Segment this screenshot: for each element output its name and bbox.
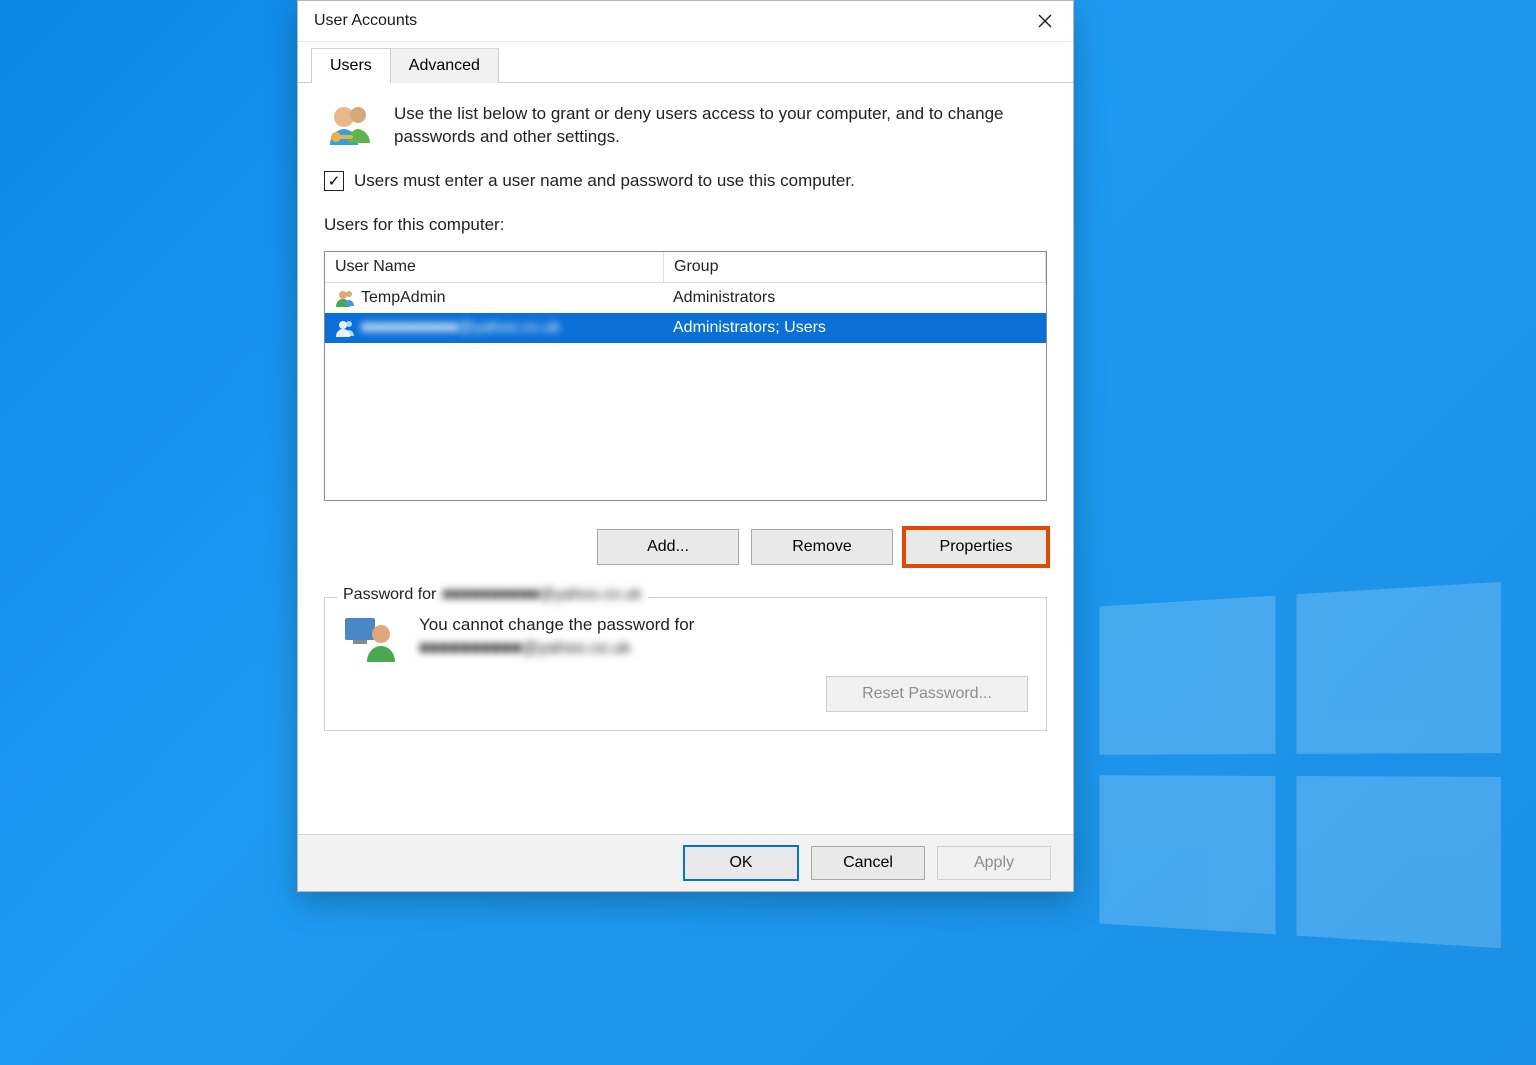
user-icon bbox=[335, 319, 355, 337]
desktop-background: User Accounts Users Advanced Use the lis… bbox=[0, 0, 1536, 1065]
users-table[interactable]: User Name Group TempAdmin Administrators bbox=[324, 251, 1047, 501]
add-button[interactable]: Add... bbox=[597, 529, 739, 565]
require-password-label: Users must enter a user name and passwor… bbox=[354, 171, 855, 191]
close-button[interactable] bbox=[1021, 3, 1069, 39]
tab-strip: Users Advanced bbox=[298, 42, 1073, 83]
dialog-body: Use the list below to grant or deny user… bbox=[298, 83, 1073, 834]
cell-username: ■■■■■■■■■■@yahoo.co.uk bbox=[361, 319, 560, 337]
tab-users[interactable]: Users bbox=[311, 48, 391, 83]
dialog-footer: OK Cancel Apply bbox=[298, 834, 1073, 891]
window-title: User Accounts bbox=[314, 12, 417, 30]
titlebar: User Accounts bbox=[298, 1, 1073, 42]
user-icon bbox=[335, 289, 355, 307]
close-icon bbox=[1037, 13, 1053, 29]
tab-advanced[interactable]: Advanced bbox=[391, 48, 499, 83]
user-monitor-icon bbox=[343, 614, 399, 662]
column-header-group[interactable]: Group bbox=[664, 252, 1046, 283]
cell-group: Administrators bbox=[673, 289, 775, 307]
table-row[interactable]: TempAdmin Administrators bbox=[325, 283, 1046, 313]
user-buttons-row: Add... Remove Properties bbox=[324, 529, 1047, 565]
password-fieldset: Password for ■■■■■■■■■■@yahoo.co.uk You … bbox=[324, 597, 1047, 731]
cell-username: TempAdmin bbox=[361, 289, 445, 307]
remove-button[interactable]: Remove bbox=[751, 529, 893, 565]
password-message: You cannot change the password for ■■■■■… bbox=[419, 614, 694, 660]
password-legend: Password for ■■■■■■■■■■@yahoo.co.uk bbox=[337, 586, 648, 604]
apply-button: Apply bbox=[937, 846, 1051, 880]
column-header-username[interactable]: User Name bbox=[325, 252, 664, 283]
table-row[interactable]: ■■■■■■■■■■@yahoo.co.uk Administrators; U… bbox=[325, 313, 1046, 343]
intro-row: Use the list below to grant or deny user… bbox=[324, 103, 1047, 153]
user-accounts-dialog: User Accounts Users Advanced Use the lis… bbox=[297, 0, 1074, 892]
ok-button[interactable]: OK bbox=[683, 845, 799, 881]
users-list-label: Users for this computer: bbox=[324, 215, 1047, 235]
users-key-icon bbox=[324, 103, 376, 153]
intro-text: Use the list below to grant or deny user… bbox=[394, 103, 1047, 149]
cell-group: Administrators; Users bbox=[673, 319, 826, 337]
table-header-row: User Name Group bbox=[325, 252, 1046, 283]
windows-logo-icon bbox=[1100, 582, 1502, 948]
cancel-button[interactable]: Cancel bbox=[811, 846, 925, 880]
properties-button[interactable]: Properties bbox=[905, 529, 1047, 565]
reset-password-button: Reset Password... bbox=[826, 676, 1028, 712]
require-password-checkbox[interactable]: ✓ Users must enter a user name and passw… bbox=[324, 171, 1047, 191]
checkbox-icon: ✓ bbox=[324, 171, 344, 191]
